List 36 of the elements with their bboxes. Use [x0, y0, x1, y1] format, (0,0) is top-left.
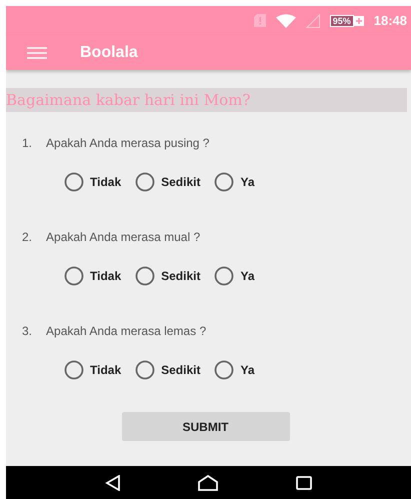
option-label: Sedikit — [161, 175, 200, 189]
back-icon[interactable] — [104, 474, 121, 490]
recents-icon[interactable] — [296, 476, 312, 490]
home-icon[interactable] — [198, 474, 218, 490]
radio-button[interactable] — [214, 266, 234, 286]
radio-button[interactable] — [214, 360, 234, 380]
submit-button[interactable]: SUBMIT — [122, 412, 290, 441]
question-text: Apakah Anda merasa mual ? — [46, 230, 200, 244]
radio-button[interactable] — [135, 360, 156, 380]
option-label: Ya — [240, 175, 254, 189]
question-text: Apakah Anda merasa pusing ? — [46, 136, 210, 150]
radio-button[interactable] — [135, 172, 156, 192]
option-label: Tidak — [90, 363, 122, 377]
sim-card-icon — [254, 14, 266, 27]
question-text: Apakah Anda merasa lemas ? — [46, 324, 206, 338]
battery-level: 95% — [330, 14, 354, 26]
question-number: 3. — [22, 324, 32, 338]
radio-button[interactable] — [214, 172, 234, 192]
wifi-icon — [276, 14, 296, 28]
question-number: 1. — [22, 136, 32, 150]
option-label: Ya — [240, 269, 254, 283]
page-heading: Bagaimana kabar hari ini Mom? — [6, 88, 407, 112]
option-label: Ya — [240, 363, 254, 377]
radio-button[interactable] — [64, 266, 84, 286]
option-label: Tidak — [90, 175, 122, 189]
radio-button[interactable] — [64, 172, 84, 192]
option-label: Sedikit — [161, 363, 200, 377]
radio-button[interactable] — [64, 360, 84, 380]
clock: 18:48 — [374, 13, 407, 28]
app-title: Boolala — [80, 44, 138, 62]
radio-button[interactable] — [135, 266, 156, 286]
option-label: Tidak — [90, 269, 122, 283]
option-label: Sedikit — [161, 269, 200, 283]
signal-icon — [306, 14, 320, 28]
question-number: 2. — [22, 230, 32, 244]
charging-icon — [354, 16, 364, 26]
